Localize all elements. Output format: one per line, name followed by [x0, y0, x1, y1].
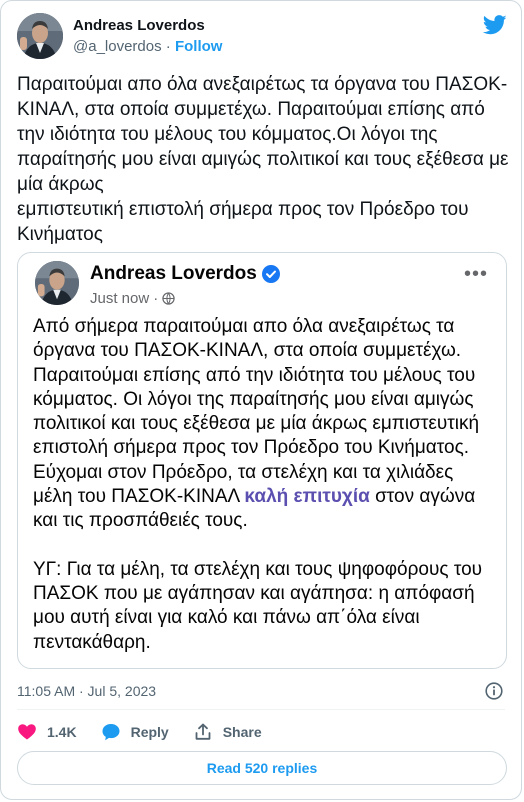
- avatar-portrait-image: [17, 13, 63, 59]
- info-icon[interactable]: [485, 682, 503, 700]
- separator-dot: ·: [165, 38, 171, 55]
- twitter-bird-icon[interactable]: [483, 15, 507, 35]
- action-bar: 1.4K Reply Share: [17, 721, 286, 743]
- heart-icon: [18, 724, 36, 740]
- tweet-text: Παραιτούμαι απο όλα ανεξαιρέτως τα όργαν…: [17, 74, 509, 245]
- quoted-author-name: Andreas Loverdos: [90, 263, 257, 284]
- like-count: 1.4K: [47, 724, 77, 740]
- quoted-paragraph-1: Από σήμερα παραιτούμαι απο όλα ανεξαιρέτ…: [33, 316, 480, 459]
- author-handle-row: @a_loverdos · Follow: [73, 38, 222, 55]
- embedded-post-image[interactable]: Andreas Loverdos Just now · ••• Από σήμε…: [17, 252, 507, 669]
- quoted-avatar-portrait-image: [35, 261, 79, 305]
- share-icon: [195, 723, 211, 740]
- quoted-author-avatar: [35, 261, 79, 305]
- share-label: Share: [222, 724, 262, 740]
- paragraph-spacer: [33, 534, 497, 558]
- author-avatar[interactable]: [17, 13, 63, 59]
- quoted-post-time: Just now: [90, 290, 150, 307]
- quoted-author-name-row: Andreas Loverdos: [90, 263, 280, 285]
- tweet-embed-card: Andreas Loverdos @a_loverdos · Follow Πα…: [0, 0, 522, 800]
- quoted-paragraph-2: Εύχομαι στον Πρόεδρο, τα στελέχη και τα …: [33, 461, 497, 534]
- share-button[interactable]: Share: [193, 722, 262, 742]
- divider: [17, 709, 505, 710]
- quoted-post-time-row: Just now ·: [90, 290, 175, 307]
- tweet-timestamp[interactable]: 11:05 AM · Jul 5, 2023: [17, 683, 156, 699]
- follow-button[interactable]: Follow: [175, 38, 223, 55]
- author-name[interactable]: Andreas Loverdos: [73, 17, 205, 34]
- highlighted-phrase: καλή επιτυχία: [244, 486, 370, 508]
- quoted-separator-dot: ·: [153, 290, 159, 307]
- quoted-paragraph-3: ΥΓ: Για τα μέλη, τα στελέχη και τους ψηφ…: [33, 558, 483, 653]
- author-handle[interactable]: @a_loverdos: [73, 38, 162, 55]
- reply-bubble-icon: [102, 724, 120, 741]
- globe-icon: [162, 292, 175, 305]
- reply-label: Reply: [130, 724, 169, 740]
- more-options-icon: •••: [463, 263, 488, 285]
- tweet-header: Andreas Loverdos @a_loverdos · Follow: [17, 13, 507, 61]
- reply-button[interactable]: Reply: [101, 722, 169, 742]
- quoted-post-body: Από σήμερα παραιτούμαι απο όλα ανεξαιρέτ…: [33, 315, 497, 655]
- read-replies-button[interactable]: Read 520 replies: [17, 751, 507, 785]
- verified-badge-icon: [261, 265, 280, 283]
- like-button[interactable]: 1.4K: [17, 722, 77, 742]
